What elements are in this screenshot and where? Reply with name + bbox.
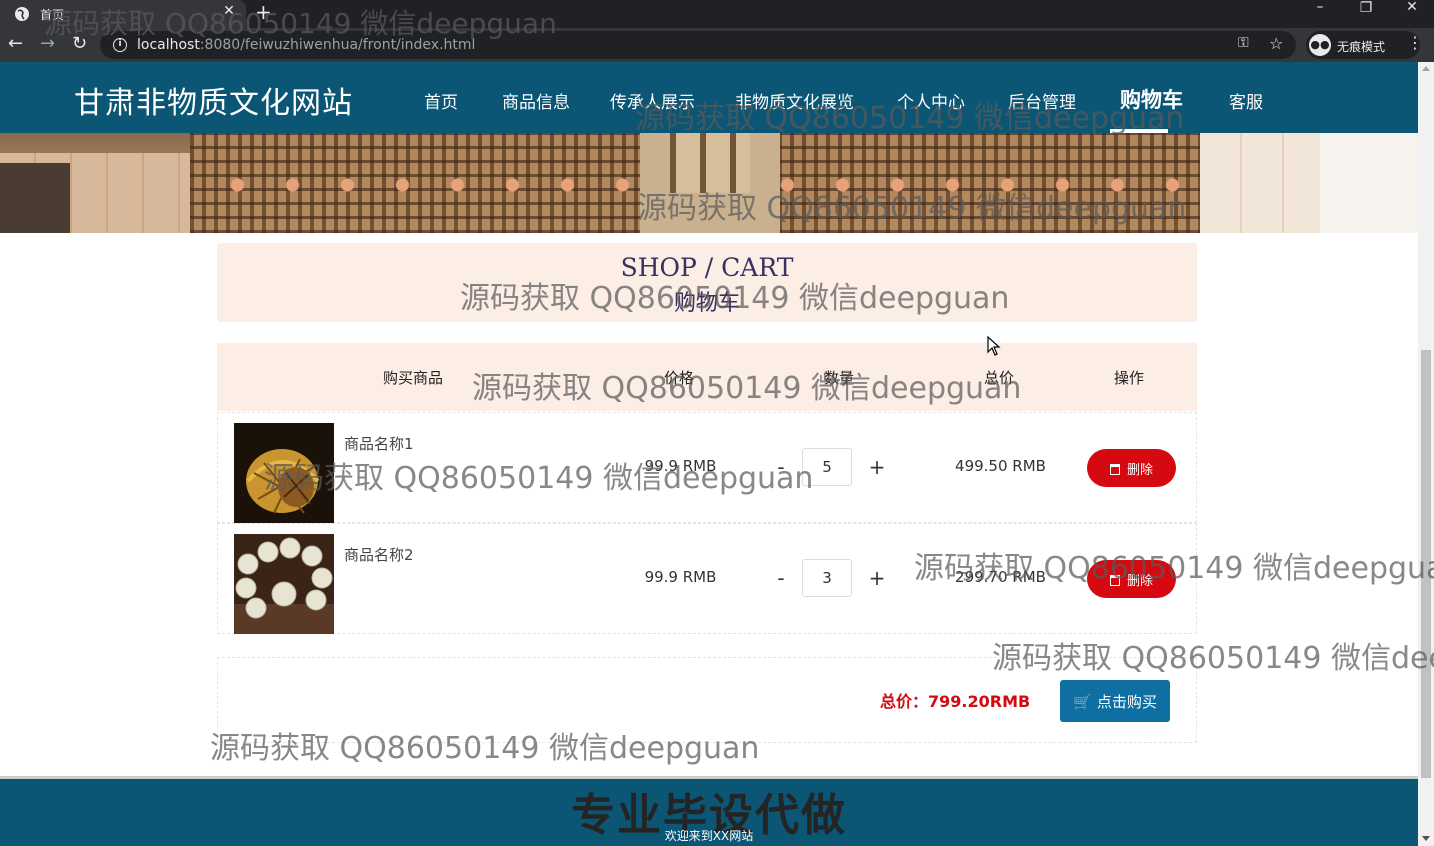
browser-tab[interactable]: 首页 ✕ xyxy=(0,0,246,28)
cart-title-panel: SHOP / CART 购物车 xyxy=(217,243,1197,322)
key-icon[interactable]: ⚿ xyxy=(1238,35,1249,51)
screen: 首页 ✕ + – ❐ ✕ ← → ↻ i localhost:8080/feiw… xyxy=(0,0,1434,846)
product-total: 299.70 RMB xyxy=(955,568,1046,586)
cart-icon: 🛒 xyxy=(1073,692,1092,711)
forward-arrow-icon[interactable]: → xyxy=(40,33,55,54)
close-window-button[interactable]: ✕ xyxy=(1389,0,1434,28)
nav-personal-center[interactable]: 个人中心 xyxy=(897,88,965,113)
delete-label: 删除 xyxy=(1126,462,1153,478)
nav-cart[interactable]: 购物车 xyxy=(1120,84,1183,114)
globe-icon xyxy=(15,7,29,21)
browser-tab-strip: 首页 ✕ + – ❐ ✕ xyxy=(0,0,1434,28)
trash-icon xyxy=(1109,574,1120,586)
url-text[interactable]: localhost:8080/feiwuzhiwenhua/front/inde… xyxy=(137,37,475,53)
header-action: 操作 xyxy=(1114,369,1145,387)
header-product: 购买商品 xyxy=(383,369,444,387)
buy-button[interactable]: 🛒 点击购买 xyxy=(1060,680,1170,722)
header-price: 价格 xyxy=(664,369,695,387)
increase-quantity-button[interactable]: + xyxy=(862,455,892,479)
minimize-button[interactable]: – xyxy=(1297,0,1343,28)
site-logo[interactable]: 甘肃非物质文化网站 xyxy=(74,78,353,122)
quantity-input[interactable] xyxy=(802,559,852,597)
footer-welcome: 欢迎来到XX网站 xyxy=(664,829,754,843)
product-name[interactable]: 商品名称2 xyxy=(344,544,414,565)
new-tab-button[interactable]: + xyxy=(255,0,272,24)
product-price: 99.9 RMB xyxy=(644,568,717,586)
info-icon[interactable]: i xyxy=(113,38,127,52)
nav-inheritors[interactable]: 传承人展示 xyxy=(610,88,695,113)
reload-icon[interactable]: ↻ xyxy=(72,33,87,54)
banner-building-shadow xyxy=(0,163,70,233)
banner-sky xyxy=(1320,133,1418,233)
nav-admin[interactable]: 后台管理 xyxy=(1008,88,1076,113)
product-image[interactable] xyxy=(234,423,334,523)
nav-products[interactable]: 商品信息 xyxy=(502,88,570,113)
trash-icon xyxy=(1109,463,1120,475)
grand-total: 总价：799.20RMB xyxy=(880,692,1031,711)
quantity-input[interactable] xyxy=(802,448,852,486)
buy-label: 点击购买 xyxy=(1096,692,1157,711)
back-arrow-icon[interactable]: ← xyxy=(8,33,23,54)
decrease-quantity-button[interactable]: - xyxy=(766,455,796,479)
address-bar[interactable]: i localhost:8080/feiwuzhiwenhua/front/in… xyxy=(100,31,1296,59)
delete-button[interactable]: 删除 xyxy=(1087,560,1176,598)
delete-button[interactable]: 删除 xyxy=(1087,449,1176,487)
cart-summary: 总价：799.20RMB 🛒 点击购买 xyxy=(217,657,1197,743)
incognito-badge[interactable]: ●● 无痕模式 xyxy=(1306,31,1420,59)
cart-table-header: 购买商品 价格 数量 总价 操作 xyxy=(217,343,1197,411)
product-image[interactable] xyxy=(234,534,334,634)
scroll-down-icon[interactable] xyxy=(1422,836,1430,841)
tab-title: 首页 xyxy=(40,8,65,22)
delete-label: 删除 xyxy=(1126,573,1153,589)
cart-title-zh: 购物车 xyxy=(673,291,740,316)
mouse-cursor-icon xyxy=(987,336,1001,356)
restore-button[interactable]: ❐ xyxy=(1343,1,1389,29)
product-total: 499.50 RMB xyxy=(955,457,1046,475)
nav-exhibition[interactable]: 非物质文化展览 xyxy=(735,88,854,113)
browser-toolbar: ← → ↻ i localhost:8080/feiwuzhiwenhua/fr… xyxy=(0,28,1434,62)
header-quantity: 数量 xyxy=(824,369,855,387)
product-name[interactable]: 商品名称1 xyxy=(344,433,414,454)
star-icon[interactable]: ☆ xyxy=(1269,34,1283,53)
scrollbar-thumb[interactable] xyxy=(1421,350,1431,778)
kebab-menu-icon[interactable]: ⋮ xyxy=(1407,33,1423,52)
beads-image xyxy=(234,534,334,634)
nav-customer-service[interactable]: 客服 xyxy=(1229,88,1263,113)
incognito-label: 无痕模式 xyxy=(1337,40,1386,54)
increase-quantity-button[interactable]: + xyxy=(862,566,892,590)
incognito-icon: ●● xyxy=(1309,34,1331,56)
basket-image xyxy=(234,423,334,523)
site-footer: 专业毕设代做 欢迎来到XX网站 xyxy=(0,776,1418,846)
header-total: 总价 xyxy=(984,369,1015,387)
scroll-up-icon[interactable] xyxy=(1422,66,1430,71)
product-price: 99.9 RMB xyxy=(644,457,717,475)
page-scrollbar[interactable] xyxy=(1418,62,1434,846)
cart-title-en: SHOP / CART xyxy=(620,253,794,282)
nav-home[interactable]: 首页 xyxy=(424,88,458,113)
page-viewport: 甘肃非物质文化网站 首页 商品信息 传承人展示 非物质文化展览 个人中心 后台管… xyxy=(0,62,1418,846)
decrease-quantity-button[interactable]: - xyxy=(766,566,796,590)
cart-row: 商品名称2 99.9 RMB - + 299.70 RMB 删除 xyxy=(217,523,1197,634)
cart-row: 商品名称1 99.9 RMB - + 499.50 RMB 删除 xyxy=(217,412,1197,523)
site-header: 甘肃非物质文化网站 首页 商品信息 传承人展示 非物质文化展览 个人中心 后台管… xyxy=(0,62,1418,133)
hero-banner xyxy=(0,133,1418,233)
banner-gate-inner xyxy=(670,133,750,193)
tab-close-icon[interactable]: ✕ xyxy=(220,3,238,19)
